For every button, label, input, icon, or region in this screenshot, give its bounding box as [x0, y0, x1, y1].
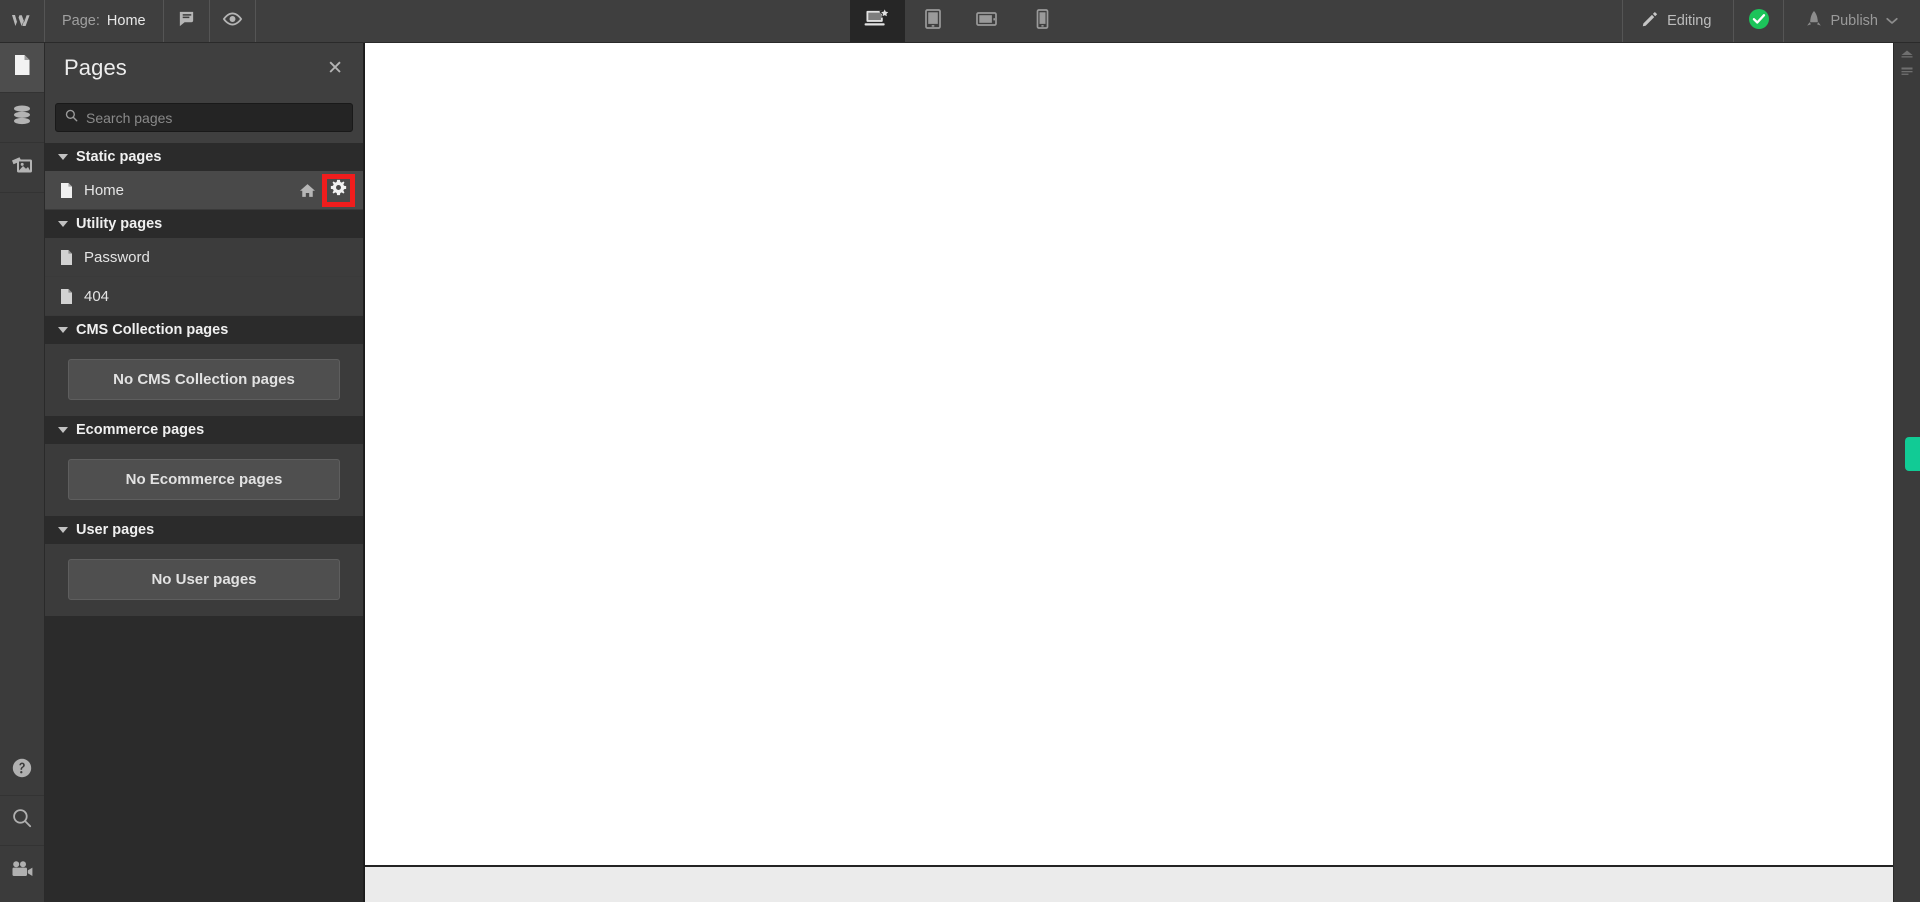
- eye-preview-icon: [222, 11, 243, 32]
- video-camera-icon: [10, 859, 35, 884]
- rail-top-group: [0, 43, 44, 193]
- webflow-logo-button[interactable]: [0, 0, 45, 42]
- desktop-monitor-star-icon: [863, 7, 892, 35]
- sidebar-item-search[interactable]: [0, 796, 44, 846]
- editing-mode-button[interactable]: Editing: [1622, 0, 1733, 42]
- empty-state-label: No CMS Collection pages: [68, 359, 340, 400]
- top-right-controls: Editing Publish: [1622, 0, 1920, 42]
- empty-state-cms: No CMS Collection pages: [45, 344, 363, 416]
- section-header-static-pages[interactable]: Static pages: [45, 143, 363, 171]
- comments-button[interactable]: [164, 0, 210, 42]
- pages-panel: Pages ✕ Search pages Static pages Home U…: [45, 43, 364, 902]
- design-canvas[interactable]: [365, 43, 1893, 902]
- assets-images-icon: [10, 154, 35, 182]
- viewport-tablet[interactable]: [905, 0, 960, 42]
- database-cms-icon: [10, 103, 34, 132]
- page-settings-highlight: [322, 173, 355, 207]
- section-header-cms-collection-pages[interactable]: CMS Collection pages: [45, 316, 363, 344]
- chevron-down-icon: [58, 154, 68, 160]
- publish-button[interactable]: Publish: [1783, 0, 1920, 42]
- close-icon[interactable]: ✕: [323, 55, 347, 82]
- section-title: Utility pages: [76, 216, 163, 232]
- page-title: Pages: [64, 55, 127, 80]
- tablet-landscape-icon: [975, 10, 1000, 33]
- page-name: Password: [84, 248, 150, 266]
- page-list-item-home[interactable]: Home: [45, 171, 363, 210]
- right-rail-icons: [1894, 43, 1920, 76]
- page-document-icon: [12, 53, 32, 82]
- pages-search-container: Search pages: [45, 93, 363, 143]
- empty-state-label: No Ecommerce pages: [68, 459, 340, 500]
- home-house-icon[interactable]: [295, 179, 320, 202]
- tablet-portrait-icon: [923, 8, 943, 35]
- comment-bubble-icon: [177, 9, 196, 33]
- page-name: Home: [84, 181, 125, 199]
- page-value: Home: [106, 13, 146, 29]
- chevron-down-icon: [58, 527, 68, 533]
- search-pages-input[interactable]: Search pages: [55, 103, 353, 132]
- viewport-switcher: [850, 0, 1070, 42]
- publish-label: Publish: [1830, 13, 1878, 29]
- section-header-utility-pages[interactable]: Utility pages: [45, 210, 363, 238]
- left-icon-rail: [0, 43, 45, 902]
- page-name: 404: [84, 287, 110, 305]
- viewport-mobile[interactable]: [1015, 0, 1070, 42]
- style-panel-icon[interactable]: [1900, 49, 1914, 61]
- webflow-designer: Page: Home Editing Publish Pages ✕ Searc…: [0, 0, 1920, 902]
- viewport-tablet-landscape[interactable]: [960, 0, 1015, 42]
- empty-state-ecommerce: No Ecommerce pages: [45, 444, 363, 516]
- empty-state-user: No User pages: [45, 544, 363, 616]
- section-title: User pages: [76, 522, 155, 538]
- page-document-icon: [60, 288, 73, 305]
- page-document-icon: [60, 249, 73, 266]
- page-settings-button[interactable]: [327, 178, 350, 202]
- section-title: Static pages: [76, 149, 162, 165]
- preview-button[interactable]: [210, 0, 256, 42]
- sidebar-item-video[interactable]: [0, 846, 44, 896]
- chevron-down-icon: [58, 427, 68, 433]
- canvas-page-body[interactable]: [365, 43, 1893, 867]
- mobile-phone-icon: [1035, 8, 1050, 35]
- page-document-icon: [60, 182, 73, 199]
- top-toolbar: Page: Home Editing Publish: [0, 0, 1920, 43]
- rail-spacer: [0, 193, 44, 746]
- settings-panel-icon[interactable]: [1900, 66, 1914, 76]
- viewport-desktop[interactable]: [850, 0, 905, 42]
- chevron-down-icon: [58, 221, 68, 227]
- page-row-actions: [295, 173, 355, 207]
- rocket-icon: [1806, 10, 1822, 32]
- page-label: Page:: [62, 13, 100, 29]
- save-status-button[interactable]: [1733, 0, 1783, 42]
- page-list-item-password[interactable]: Password: [45, 238, 363, 277]
- right-panel-rail: [1893, 43, 1920, 902]
- pages-list: Static pages Home Utility pages Password…: [45, 143, 363, 902]
- chevron-down-icon: [1886, 13, 1898, 29]
- search-placeholder: Search pages: [86, 109, 173, 126]
- section-title: Ecommerce pages: [76, 422, 205, 438]
- empty-state-label: No User pages: [68, 559, 340, 600]
- section-title: CMS Collection pages: [76, 322, 229, 338]
- current-page-indicator[interactable]: Page: Home: [45, 0, 164, 42]
- pages-panel-header: Pages ✕: [45, 43, 363, 93]
- magnifier-search-icon: [11, 807, 33, 834]
- webflow-logo-icon: [10, 12, 34, 30]
- magnifier-search-icon: [65, 109, 78, 127]
- pencil-icon: [1641, 11, 1658, 32]
- editing-label: Editing: [1667, 13, 1712, 29]
- sidebar-item-help[interactable]: [0, 746, 44, 796]
- section-header-ecommerce-pages[interactable]: Ecommerce pages: [45, 416, 363, 444]
- page-list-item-404[interactable]: 404: [45, 277, 363, 316]
- rail-bottom-group: [0, 746, 44, 902]
- question-help-icon: [11, 757, 33, 784]
- check-circle-icon: [1748, 8, 1770, 35]
- sidebar-item-pages[interactable]: [0, 43, 44, 93]
- audit-panel-tab[interactable]: [1905, 437, 1920, 471]
- gear-settings-icon: [330, 179, 347, 201]
- sidebar-item-cms[interactable]: [0, 93, 44, 143]
- chevron-down-icon: [58, 327, 68, 333]
- sidebar-item-assets[interactable]: [0, 143, 44, 193]
- section-header-user-pages[interactable]: User pages: [45, 516, 363, 544]
